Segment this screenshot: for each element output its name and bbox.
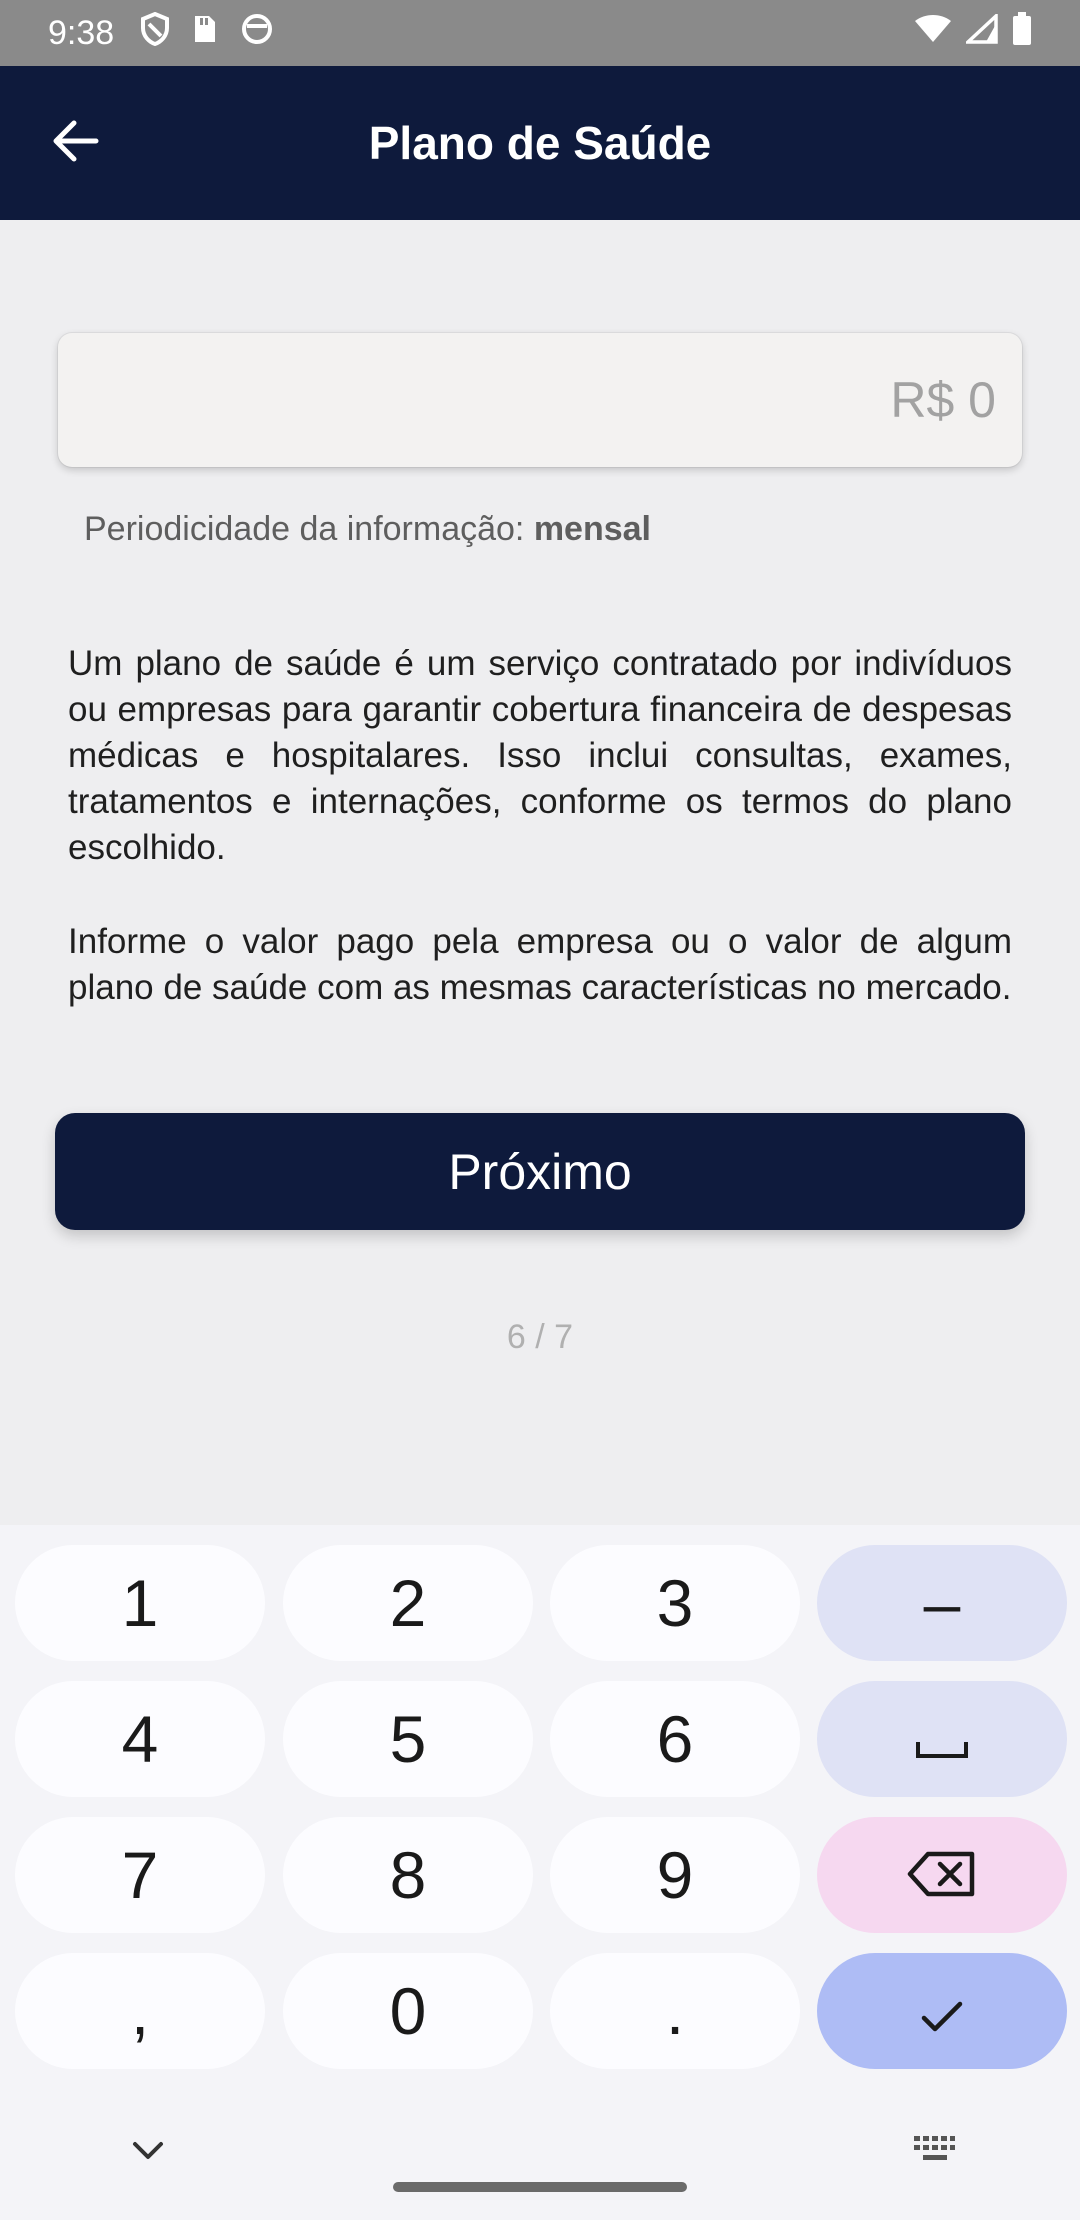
key-1[interactable]: 1	[15, 1545, 265, 1661]
status-bar: 9:38	[0, 0, 1080, 66]
step-indicator: 6 / 7	[506, 1318, 574, 1356]
key-space[interactable]	[817, 1681, 1067, 1797]
circle-app-icon	[240, 12, 274, 55]
sim-card-icon	[192, 13, 218, 54]
check-icon	[920, 1973, 964, 2049]
keyboard-switch-button[interactable]	[912, 2131, 956, 2171]
key-0[interactable]: 0	[283, 1953, 533, 2069]
amount-input[interactable]: R$ 0	[58, 333, 1022, 467]
app-bar: Plano de Saúde	[0, 66, 1080, 220]
battery-icon	[1012, 11, 1032, 55]
key-6[interactable]: 6	[550, 1681, 800, 1797]
key-3[interactable]: 3	[550, 1545, 800, 1661]
description-paragraph-1: Um plano de saúde é um serviço contratad…	[68, 644, 1012, 867]
shield-icon	[140, 11, 170, 55]
status-time: 9:38	[48, 13, 115, 52]
keyboard-icon	[912, 2134, 956, 2169]
wifi-icon	[914, 14, 952, 53]
periodicity-label: Periodicidade da informação:	[84, 510, 534, 548]
key-minus[interactable]: –	[817, 1545, 1067, 1661]
chevron-down-icon	[131, 2140, 165, 2167]
signal-icon	[963, 11, 998, 53]
next-button-label: Próximo	[448, 1143, 632, 1200]
key-9[interactable]: 9	[550, 1817, 800, 1933]
hide-keyboard-button[interactable]	[128, 2133, 168, 2173]
key-enter[interactable]	[817, 1953, 1067, 2069]
key-comma[interactable]: ,	[15, 1953, 265, 2069]
arrow-left-icon	[52, 119, 100, 168]
status-icons-left	[140, 11, 274, 55]
next-button[interactable]: Próximo	[55, 1113, 1025, 1230]
key-7[interactable]: 7	[15, 1817, 265, 1933]
key-backspace[interactable]	[817, 1817, 1067, 1933]
key-period[interactable]: .	[550, 1953, 800, 2069]
periodicity-value: mensal	[533, 510, 652, 548]
key-8[interactable]: 8	[283, 1817, 533, 1933]
amount-value: R$ 0	[890, 372, 996, 428]
space-icon	[914, 1701, 970, 1777]
backspace-icon	[906, 1837, 978, 1913]
periodicity-info: Periodicidade da informação: mensal	[84, 510, 651, 549]
status-icons-right	[914, 11, 1032, 55]
description-paragraph-2: Informe o valor pago pela empresa ou o v…	[68, 922, 1012, 1007]
key-2[interactable]: 2	[283, 1545, 533, 1661]
back-button[interactable]	[40, 107, 112, 179]
key-4[interactable]: 4	[15, 1681, 265, 1797]
navigation-handle[interactable]	[393, 2182, 687, 2192]
page-title: Plano de Saúde	[368, 117, 712, 169]
key-5[interactable]: 5	[283, 1681, 533, 1797]
